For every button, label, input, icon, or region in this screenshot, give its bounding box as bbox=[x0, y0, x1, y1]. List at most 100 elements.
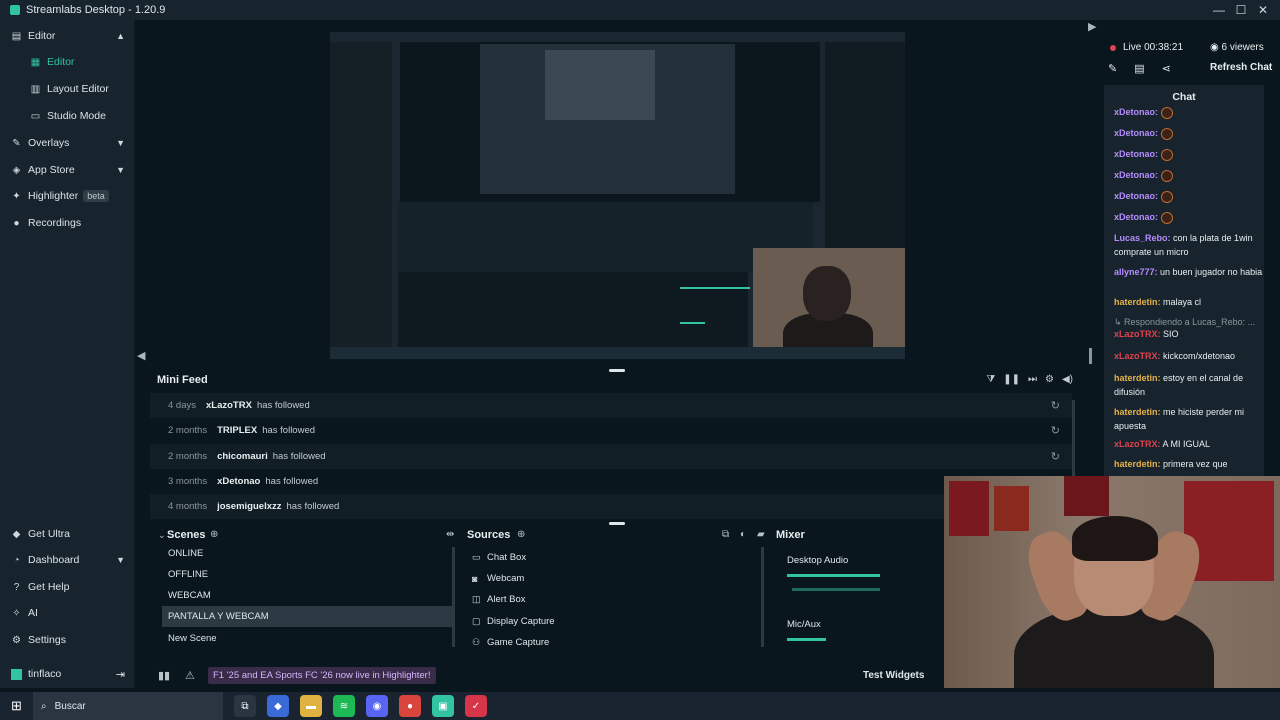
expand-right-icon[interactable]: ▶ bbox=[1088, 20, 1096, 33]
add-source-icon[interactable]: ⊕ bbox=[517, 529, 525, 540]
chat-username[interactable]: xDetonao: bbox=[1114, 128, 1158, 138]
sidebar-item-editor-group[interactable]: ▤ Editor ▲ bbox=[0, 24, 135, 48]
performance-icon[interactable]: ▮▮ bbox=[158, 669, 170, 682]
desktop-audio-volume[interactable] bbox=[792, 588, 881, 591]
chat-message: xDetonao: bbox=[1114, 147, 1264, 161]
chat-icon: ▭ bbox=[472, 552, 481, 562]
pencil-icon[interactable]: ✎ bbox=[1108, 62, 1117, 75]
scene-item[interactable]: New Scene bbox=[162, 628, 452, 649]
maximize-button[interactable]: ☐ bbox=[1230, 3, 1252, 17]
scenes-scrollbar[interactable] bbox=[452, 547, 455, 647]
source-item[interactable]: ▭ Chat Box bbox=[472, 547, 526, 568]
task-view-icon[interactable]: ⧉ bbox=[234, 695, 256, 717]
sidebar-item-get-ultra[interactable]: ◆ Get Ultra bbox=[0, 522, 135, 546]
user-account[interactable]: tinflaco ⇥ bbox=[0, 660, 135, 688]
promo-banner[interactable]: F1 '25 and EA Sports FC '26 now live in … bbox=[208, 667, 436, 684]
logout-icon[interactable]: ⇥ bbox=[116, 668, 125, 681]
alert-icon: ◫ bbox=[472, 594, 481, 604]
spotify-icon[interactable]: ≋ bbox=[333, 695, 355, 717]
sidebar-item-settings[interactable]: ⚙ Settings bbox=[0, 628, 135, 652]
chrome-icon[interactable]: ● bbox=[399, 695, 421, 717]
editor-icon: ▤ bbox=[11, 30, 22, 42]
help-icon: ? bbox=[13, 581, 20, 593]
studio-icon: ▭ bbox=[30, 110, 41, 122]
scenes-chevron-icon[interactable]: ⌄ bbox=[158, 530, 166, 541]
chat-username[interactable]: xLazoTRX: bbox=[1114, 439, 1161, 449]
chat-username[interactable]: xDetonao: bbox=[1114, 149, 1158, 159]
volume-icon[interactable]: ◀) bbox=[1062, 374, 1073, 385]
refresh-chat-button[interactable]: Refresh Chat bbox=[1210, 62, 1272, 73]
chat-username[interactable]: haterdetin: bbox=[1114, 297, 1161, 307]
scene-item-selected[interactable]: PANTALLA Y WEBCAM bbox=[162, 606, 452, 627]
sidebar-item-dashboard[interactable]: ◔ Dashboard ▼ bbox=[0, 548, 135, 572]
source-item[interactable]: ◫ Alert Box bbox=[472, 589, 526, 610]
replay-icon[interactable]: ↻ bbox=[1051, 399, 1060, 412]
pause-icon[interactable]: ❚❚ bbox=[1003, 374, 1020, 385]
sidebar-item-overlays[interactable]: ✎ Overlays ▼ bbox=[0, 131, 135, 155]
windows-start-icon[interactable]: ⊞ bbox=[0, 698, 33, 714]
replay-icon[interactable]: ↻ bbox=[1051, 450, 1060, 463]
sidebar-item-layout-editor[interactable]: ▥ Layout Editor bbox=[0, 77, 135, 101]
replay-icon[interactable]: ↻ bbox=[1051, 424, 1060, 437]
chat-username[interactable]: Lucas_Rebo: bbox=[1114, 233, 1171, 243]
scene-transitions-icon[interactable]: ⇹ bbox=[446, 529, 454, 540]
sidebar-item-recordings[interactable]: ● Recordings bbox=[0, 211, 135, 235]
chat-text: kickcom/xdetonao bbox=[1160, 351, 1236, 361]
chat-username[interactable]: haterdetin: bbox=[1114, 459, 1161, 469]
mic-aux-meter bbox=[787, 638, 826, 641]
stream-preview[interactable] bbox=[330, 32, 905, 359]
wall-flag bbox=[994, 486, 1029, 531]
skip-icon[interactable]: ⏭ bbox=[1028, 374, 1037, 385]
sidebar-item-app-store[interactable]: ◈ App Store ▼ bbox=[0, 158, 135, 182]
preview-scrollbar[interactable] bbox=[1089, 348, 1092, 364]
add-scene-icon[interactable]: ⊕ bbox=[210, 529, 218, 540]
alert-icon[interactable]: ⚠ bbox=[185, 669, 195, 682]
copilot-icon[interactable]: ◆ bbox=[267, 695, 289, 717]
source-item[interactable]: ◙ Webcam bbox=[472, 568, 524, 589]
preview-chat bbox=[825, 42, 905, 257]
chat-emote-icon bbox=[1161, 169, 1174, 182]
test-widgets-button[interactable]: Test Widgets bbox=[863, 670, 924, 681]
scene-item[interactable]: WEBCAM bbox=[162, 585, 452, 606]
taskbar-search[interactable]: ⌕ Buscar bbox=[33, 692, 223, 720]
chat-username[interactable]: xLazoTRX: bbox=[1114, 351, 1161, 361]
chat-username[interactable]: xDetonao: bbox=[1114, 212, 1158, 222]
chat-username[interactable]: xDetonao: bbox=[1114, 170, 1158, 180]
chat-username[interactable]: xDetonao: bbox=[1114, 107, 1158, 117]
chat-username[interactable]: haterdetin: bbox=[1114, 373, 1161, 383]
streamlabs-icon[interactable]: ▣ bbox=[432, 695, 454, 717]
close-button[interactable]: ✕ bbox=[1252, 3, 1274, 17]
files-icon[interactable]: ▬ bbox=[300, 695, 322, 717]
folder-icon[interactable]: ▰ bbox=[757, 529, 765, 540]
sidebar-item-editor[interactable]: ▦ Editor bbox=[0, 50, 135, 74]
chat-username[interactable]: allyne777: bbox=[1114, 267, 1158, 277]
scene-item[interactable]: OFFLINE bbox=[162, 564, 452, 585]
preview-webcam bbox=[753, 248, 905, 359]
sidebar-item-get-help[interactable]: ? Get Help bbox=[0, 575, 135, 599]
group-icon[interactable]: ⧉ bbox=[722, 529, 729, 540]
source-item[interactable]: ⚇ Game Capture bbox=[472, 632, 549, 653]
clip-icon[interactable]: ▤ bbox=[1134, 62, 1144, 75]
source-item[interactable]: ▢ Display Capture bbox=[472, 611, 555, 632]
live-status: Live 00:38:21 bbox=[1110, 42, 1183, 53]
discord-icon[interactable]: ◉ bbox=[366, 695, 388, 717]
settings-icon[interactable]: ⚙ bbox=[1045, 374, 1054, 385]
dock-tools: ✎ ▤ ⋖ bbox=[1108, 62, 1171, 75]
sidebar-item-studio-mode[interactable]: ▭ Studio Mode bbox=[0, 104, 135, 128]
chat-username[interactable]: xLazoTRX: bbox=[1114, 329, 1161, 339]
minimize-button[interactable]: — bbox=[1208, 3, 1230, 17]
eye-icon: ◉ bbox=[1210, 42, 1222, 53]
chevron-down-icon: ▼ bbox=[116, 555, 125, 565]
filter-icon[interactable]: ⧩ bbox=[986, 374, 995, 385]
visibility-icon[interactable]: ◐ bbox=[740, 529, 746, 540]
app-icon[interactable]: ✓ bbox=[465, 695, 487, 717]
share-icon[interactable]: ⋖ bbox=[1162, 62, 1171, 75]
scene-item[interactable]: ONLINE bbox=[162, 543, 452, 564]
sources-scrollbar[interactable] bbox=[761, 547, 764, 647]
chat-username[interactable]: xDetonao: bbox=[1114, 191, 1158, 201]
sidebar-item-highlighter[interactable]: ✦ Highlighter beta bbox=[0, 184, 135, 208]
sidebar-item-ai[interactable]: ✧ AI bbox=[0, 601, 135, 625]
mini-feed-scrollbar[interactable] bbox=[1072, 400, 1075, 480]
collapse-left-icon[interactable]: ◀ bbox=[137, 349, 145, 362]
chat-username[interactable]: haterdetin: bbox=[1114, 407, 1161, 417]
